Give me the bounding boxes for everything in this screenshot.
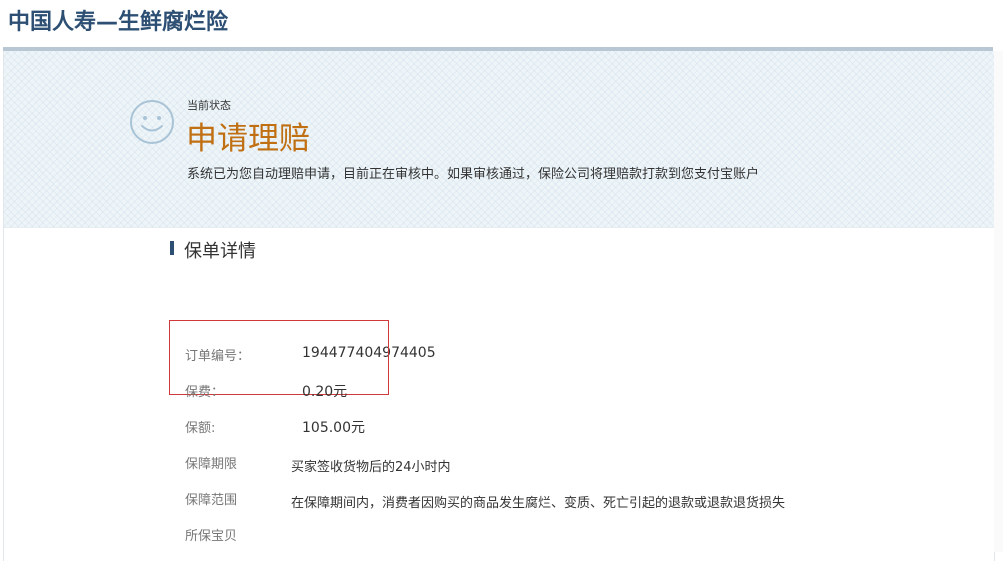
- coverage-scope-value: 在保障期间内，消费者因购买的商品发生腐烂、变质、死亡引起的退款或退款退货损失: [291, 496, 786, 511]
- coverage-amount-label: 保额:: [185, 421, 216, 436]
- coverage-amount-value: 105.00元: [302, 420, 365, 436]
- status-title: 申请理赔: [186, 121, 310, 157]
- smiley-face-icon: [130, 100, 174, 144]
- insured-item-label: 所保宝贝: [185, 529, 238, 544]
- coverage-scope-label: 保障范围: [185, 493, 238, 508]
- premium-value: 0.20元: [302, 384, 348, 400]
- premium-label: 保费：: [185, 385, 225, 400]
- status-banner: 当前状态 申请理赔 系统已为您自动理赔申请，目前正在审核中。如果审核通过，保险公…: [4, 51, 994, 228]
- coverage-period-value: 买家签收货物后的24小时内: [291, 460, 451, 475]
- status-description: 系统已为您自动理赔申请，目前正在审核中。如果审核通过，保险公司将理赔款打款到您支…: [187, 167, 760, 182]
- status-label: 当前状态: [187, 99, 231, 112]
- section-marker: [170, 241, 174, 255]
- section-title: 保单详情: [184, 241, 256, 262]
- page-title: 中国人寿—生鲜腐烂险: [8, 10, 229, 35]
- coverage-period-label: 保障期限: [185, 457, 238, 472]
- claim-card: 当前状态 申请理赔 系统已为您自动理赔申请，目前正在审核中。如果审核通过，保险公…: [3, 51, 995, 561]
- scrollbar[interactable]: [994, 51, 1003, 552]
